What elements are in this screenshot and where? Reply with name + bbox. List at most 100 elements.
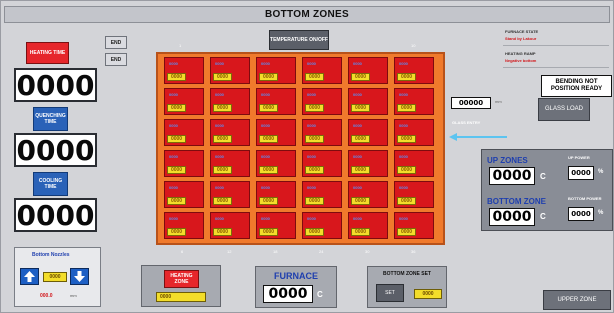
glass-position-value: 00000	[451, 97, 491, 109]
zone-cell[interactable]: 0000 0000	[394, 57, 434, 84]
zone-cell-value: 0000	[259, 228, 278, 236]
glass-position-unit: mm	[495, 99, 502, 104]
zone-cell[interactable]: 0000 0000	[164, 57, 204, 84]
bottom-zone-value: 0000	[489, 208, 535, 226]
divider	[503, 67, 609, 68]
glass-entry-label: GLASS ENTRY	[452, 120, 481, 125]
cooling-time-label: COOLING TIME	[33, 172, 68, 196]
zone-cell[interactable]: 0000 0000	[256, 57, 296, 84]
bottom-zone-unit: C	[540, 212, 546, 221]
zone-cell-value: 0000	[213, 73, 232, 81]
zone-cell[interactable]: 0000 0000	[210, 212, 250, 239]
zone-cell[interactable]: 0000 0000	[394, 88, 434, 115]
furnace-unit: C	[317, 290, 323, 299]
zone-cell-value: 0000	[351, 228, 370, 236]
zone-cell-value: 0000	[259, 197, 278, 205]
zone-cell-value: 0000	[397, 166, 416, 174]
furnace-state-label: FURNACE STATE	[505, 29, 539, 34]
bottom-nozzles-label: Bottom Nozzles	[32, 252, 70, 258]
heating-time-label: HEATING TIME	[26, 42, 69, 64]
zone-cell[interactable]: 0000 0000	[348, 88, 388, 115]
zone-cell[interactable]: 0000 0000	[348, 181, 388, 208]
zone-cell[interactable]: 0000 0000	[394, 212, 434, 239]
zone-cell[interactable]: 0000 0000	[164, 150, 204, 177]
zone-cell-label: 0000	[261, 185, 270, 190]
zone-cell-label: 0000	[215, 154, 224, 159]
zone-cell-value: 0000	[305, 166, 324, 174]
zone-cell-value: 0000	[213, 228, 232, 236]
zone-cell-value: 0000	[167, 73, 186, 81]
zone-cell[interactable]: 0000 0000	[348, 57, 388, 84]
zone-cell[interactable]: 0000 0000	[302, 150, 342, 177]
zone-cell-label: 0000	[399, 92, 408, 97]
glass-load-button[interactable]: GLASS LOAD	[538, 98, 590, 121]
zone-cell[interactable]: 0000 0000	[256, 212, 296, 239]
zone-cell[interactable]: 0000 0000	[348, 150, 388, 177]
zone-cell[interactable]: 0000 0000	[302, 88, 342, 115]
zone-cell[interactable]: 0000 0000	[302, 181, 342, 208]
zone-cell[interactable]: 0000 0000	[302, 57, 342, 84]
zone-cell-value: 0000	[305, 197, 324, 205]
zone-cell[interactable]: 0000 0000	[302, 119, 342, 146]
zone-cell[interactable]: 0000 0000	[164, 88, 204, 115]
zone-cell[interactable]: 0000 0000	[164, 181, 204, 208]
zone-cell-value: 0000	[351, 166, 370, 174]
bottom-zone-set-label: BOTTOM ZONE SET	[383, 271, 431, 277]
zone-cell-label: 0000	[307, 154, 316, 159]
zone-cell[interactable]: 0000 0000	[256, 150, 296, 177]
zone-cell[interactable]: 0000 0000	[210, 181, 250, 208]
zone-cell[interactable]: 0000 0000	[164, 212, 204, 239]
top-label-first: 1	[179, 43, 182, 48]
end-button-1[interactable]: END	[105, 36, 127, 49]
bottom-nozzles-panel: Bottom Nozzles 0000 000.0 mm	[14, 247, 101, 307]
furnace-state-panel: FURNACE STATE Stand by Lakour HEATING RA…	[503, 27, 609, 71]
end-button-2[interactable]: END	[105, 53, 127, 66]
zone-cell-label: 0000	[169, 61, 178, 66]
zone-cell-value: 0000	[397, 104, 416, 112]
bottom-zone-set-button[interactable]: SET	[376, 284, 404, 302]
zone-cell[interactable]: 0000 0000	[210, 119, 250, 146]
zone-cell-label: 0000	[307, 185, 316, 190]
up-power-unit: %	[598, 169, 604, 175]
zone-cell[interactable]: 0000 0000	[256, 88, 296, 115]
bottom-power-unit: %	[598, 210, 604, 216]
upper-zone-button[interactable]: UPPER ZONE	[543, 290, 611, 310]
zone-cell[interactable]: 0000 0000	[348, 212, 388, 239]
zone-cell[interactable]: 0000 0000	[394, 119, 434, 146]
zone-cell-value: 0000	[351, 73, 370, 81]
zone-cell[interactable]: 0000 0000	[394, 181, 434, 208]
zone-cell-label: 0000	[261, 61, 270, 66]
zone-cell-label: 0000	[399, 185, 408, 190]
zone-cell-value: 0000	[351, 135, 370, 143]
zone-cell-value: 0000	[167, 228, 186, 236]
zone-cell[interactable]: 0000 0000	[256, 181, 296, 208]
zone-cell-label: 0000	[169, 185, 178, 190]
up-zones-label: UP ZONES	[487, 156, 528, 165]
zone-cell-value: 0000	[351, 197, 370, 205]
zone-cell[interactable]: 0000 0000	[394, 150, 434, 177]
zone-cell[interactable]: 0000 0000	[256, 119, 296, 146]
zone-cell[interactable]: 0000 0000	[164, 119, 204, 146]
zone-cell[interactable]: 0000 0000	[210, 57, 250, 84]
zone-cell-value: 0000	[213, 197, 232, 205]
temperature-on-off-button[interactable]: TEMPERATURE ON/OFF	[269, 30, 329, 50]
zone-cell[interactable]: 0000 0000	[348, 119, 388, 146]
heating-zone-value: 0000	[156, 292, 206, 302]
zone-cell-label: 0000	[169, 154, 178, 159]
zones-panel: UP ZONES 0000 C UP POWER 0000 % BOTTOM Z…	[481, 149, 613, 231]
zone-cell-label: 0000	[353, 154, 362, 159]
zone-cell-value: 0000	[259, 135, 278, 143]
nozzle-up-button[interactable]	[20, 268, 39, 285]
zone-cell-label: 0000	[215, 216, 224, 221]
nozzle-down-button[interactable]	[70, 268, 89, 285]
zone-cell-value: 0000	[259, 73, 278, 81]
zone-cell[interactable]: 0000 0000	[210, 150, 250, 177]
bottom-zone-label: BOTTOM ZONE	[487, 197, 546, 206]
quenching-time-label: QUENCHING TIME	[33, 107, 68, 131]
zone-cell-value: 0000	[397, 73, 416, 81]
zone-cell-label: 0000	[353, 216, 362, 221]
zone-cell-label: 0000	[169, 123, 178, 128]
zone-cell[interactable]: 0000 0000	[210, 88, 250, 115]
zone-cell-value: 0000	[213, 135, 232, 143]
zone-cell[interactable]: 0000 0000	[302, 212, 342, 239]
